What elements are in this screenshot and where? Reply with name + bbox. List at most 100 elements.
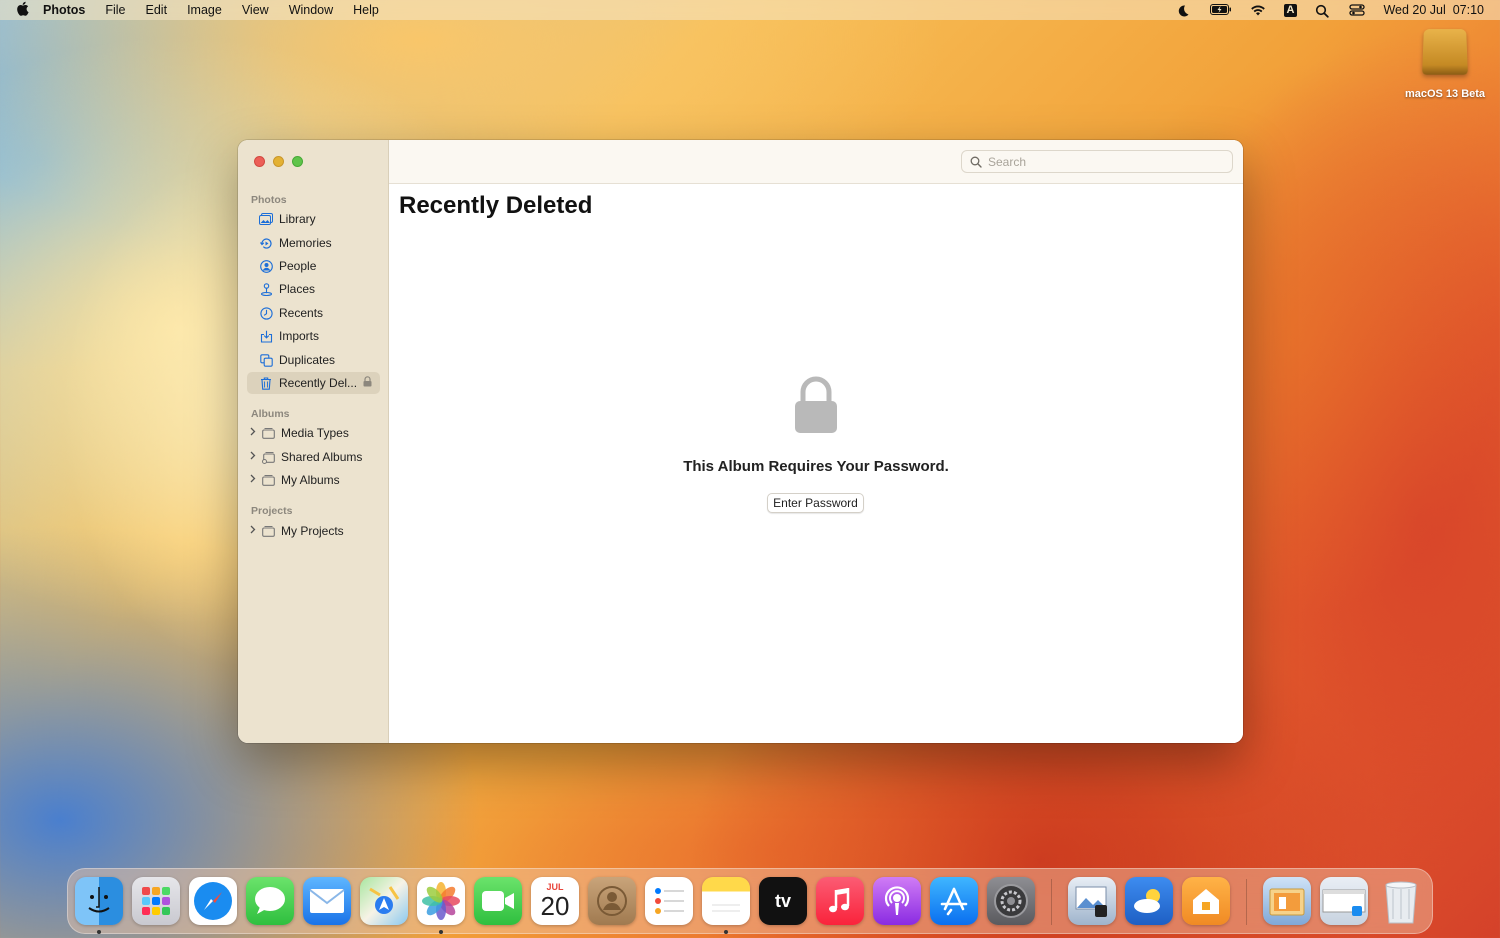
page-title: Recently Deleted — [399, 192, 593, 219]
sidebar: Photos Library Memories People Places Re… — [238, 140, 389, 743]
sidebar-item-imports[interactable]: Imports — [247, 325, 380, 347]
chevron-right-icon[interactable] — [249, 525, 257, 537]
menubar-clock[interactable]: Wed 20 Jul 07:10 — [1383, 3, 1484, 17]
menu-bar: Photos File Edit Image View Window Help … — [0, 0, 1500, 20]
folder-icon — [261, 524, 275, 538]
calendar-app-icon[interactable]: JUL 20 — [531, 877, 579, 925]
sidebar-item-recently-deleted[interactable]: Recently Del... — [247, 372, 380, 394]
sidebar-item-library[interactable]: Library — [247, 208, 380, 230]
downloads-stack-icon[interactable] — [1263, 877, 1311, 925]
sidebar-item-label: Shared Albums — [281, 450, 363, 464]
music-app-icon[interactable] — [816, 877, 864, 925]
dock-separator — [1051, 879, 1052, 925]
trash-icon — [259, 376, 273, 390]
system-settings-app-icon[interactable] — [987, 877, 1035, 925]
input-source-icon[interactable]: A — [1283, 3, 1298, 17]
sidebar-item-memories[interactable]: Memories — [247, 232, 380, 254]
menu-app-name[interactable]: Photos — [43, 3, 85, 17]
app-store-app-icon[interactable] — [930, 877, 978, 925]
photos-window: Photos Library Memories People Places Re… — [238, 140, 1243, 743]
menu-window[interactable]: Window — [289, 3, 333, 17]
calendar-day: 20 — [540, 891, 570, 921]
close-window-button[interactable] — [254, 156, 265, 167]
control-center-icon[interactable] — [1349, 4, 1366, 16]
trash-icon[interactable] — [1377, 877, 1425, 925]
chevron-right-icon[interactable] — [249, 451, 257, 463]
running-indicator — [439, 930, 443, 934]
photos-app-icon[interactable] — [417, 877, 465, 925]
sidebar-item-people[interactable]: People — [247, 255, 380, 277]
zoom-window-button[interactable] — [292, 156, 303, 167]
memories-icon — [259, 236, 273, 250]
desktop-disk-item[interactable]: macOS 13 Beta — [1402, 28, 1488, 100]
duplicates-icon — [259, 353, 273, 367]
people-icon — [259, 259, 273, 273]
tv-app-icon[interactable]: tv — [759, 877, 807, 925]
section-header-projects: Projects — [251, 505, 293, 517]
sidebar-group-my-projects[interactable]: My Projects — [247, 520, 380, 542]
menu-edit[interactable]: Edit — [146, 3, 168, 17]
weather-app-icon[interactable] — [1125, 877, 1173, 925]
sidebar-item-label: Media Types — [281, 426, 349, 440]
safari-app-icon[interactable] — [189, 877, 237, 925]
maps-app-icon[interactable] — [360, 877, 408, 925]
notes-app-icon[interactable] — [702, 877, 750, 925]
battery-icon[interactable] — [1209, 4, 1232, 16]
search-field[interactable]: Search — [961, 150, 1233, 173]
search-placeholder: Search — [988, 154, 1027, 169]
reminders-app-icon[interactable] — [645, 877, 693, 925]
external-drive-icon — [1422, 29, 1468, 75]
sidebar-group-shared-albums[interactable]: Shared Albums — [247, 446, 380, 468]
home-app-icon[interactable] — [1182, 877, 1230, 925]
sidebar-item-label: People — [279, 259, 317, 273]
finder-app-icon[interactable] — [75, 877, 123, 925]
sidebar-item-places[interactable]: Places — [247, 278, 380, 300]
folder-icon — [261, 426, 275, 440]
facetime-app-icon[interactable] — [474, 877, 522, 925]
menu-view[interactable]: View — [242, 3, 269, 17]
lock-message: This Album Requires Your Password. — [683, 458, 949, 475]
sidebar-item-recents[interactable]: Recents — [247, 302, 380, 324]
spotlight-search-icon[interactable] — [1315, 4, 1331, 18]
launchpad-app-icon[interactable] — [132, 877, 180, 925]
sidebar-item-label: My Projects — [281, 524, 344, 538]
wifi-icon[interactable] — [1250, 4, 1266, 16]
shared-folder-icon — [261, 450, 275, 464]
chevron-right-icon[interactable] — [249, 474, 257, 486]
lock-icon — [363, 376, 372, 390]
mail-app-icon[interactable] — [303, 877, 351, 925]
sidebar-item-duplicates[interactable]: Duplicates — [247, 349, 380, 371]
menu-image[interactable]: Image — [187, 3, 222, 17]
imports-icon — [259, 329, 273, 343]
menu-file[interactable]: File — [105, 3, 125, 17]
sidebar-item-label: My Albums — [281, 473, 340, 487]
sidebar-group-my-albums[interactable]: My Albums — [247, 469, 380, 491]
screen-capture-stack-icon[interactable] — [1320, 877, 1368, 925]
sidebar-item-label: Library — [279, 212, 316, 226]
section-header-albums: Albums — [251, 408, 290, 420]
apple-menu-icon[interactable] — [16, 1, 29, 19]
menu-help[interactable]: Help — [353, 3, 379, 17]
contacts-app-icon[interactable] — [588, 877, 636, 925]
podcasts-app-icon[interactable] — [873, 877, 921, 925]
minimize-window-button[interactable] — [273, 156, 284, 167]
locked-album-icon — [793, 376, 839, 439]
enter-password-button[interactable]: Enter Password — [767, 493, 864, 513]
sidebar-group-media-types[interactable]: Media Types — [247, 422, 380, 444]
recents-icon — [259, 306, 273, 320]
main-content: Search Recently Deleted This Album Requi… — [389, 140, 1243, 743]
toolbar: Search — [389, 140, 1243, 184]
desktop-disk-label: macOS 13 Beta — [1404, 88, 1486, 100]
sidebar-item-label: Places — [279, 282, 316, 296]
sidebar-item-label: Memories — [279, 236, 332, 250]
running-indicator — [97, 930, 101, 934]
section-header-photos: Photos — [251, 194, 287, 206]
places-icon — [259, 282, 273, 296]
focus-moon-icon[interactable] — [1176, 4, 1192, 17]
preview-app-icon[interactable] — [1068, 877, 1116, 925]
sidebar-item-label: Recently Del... — [279, 376, 358, 390]
library-icon — [259, 212, 273, 226]
messages-app-icon[interactable] — [246, 877, 294, 925]
chevron-right-icon[interactable] — [249, 427, 257, 439]
folder-icon — [261, 473, 275, 487]
